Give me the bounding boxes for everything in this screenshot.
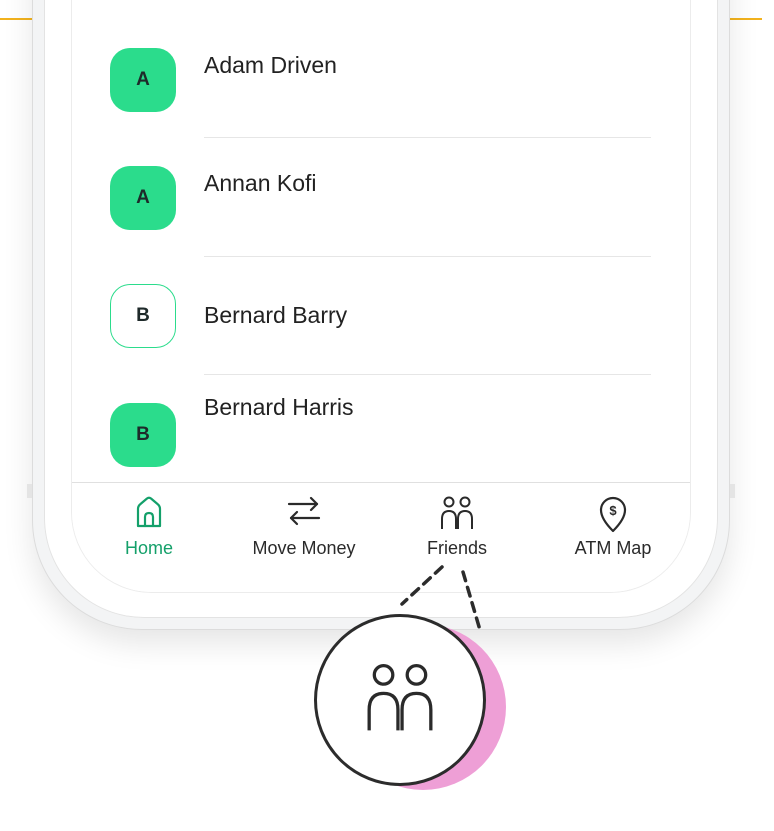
friends-icon (363, 661, 437, 740)
friends-callout-bubble (314, 614, 486, 786)
